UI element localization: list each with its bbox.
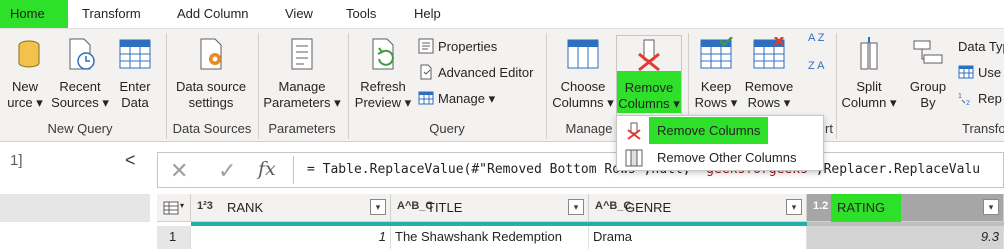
remove-rows-button[interactable]: Remove Rows ▾ xyxy=(742,35,796,117)
data-type-button[interactable]: Data Typ xyxy=(958,37,1004,57)
chevron-down-icon: ▾ xyxy=(404,95,412,110)
group-label-data-sources: Data Sources xyxy=(172,121,252,136)
whole-number-type-icon[interactable]: 1²3 xyxy=(197,200,213,212)
sort-descending-button[interactable]: Z A xyxy=(808,61,826,85)
column-filter-dropdown[interactable]: ▾ xyxy=(786,199,802,215)
menu-item-remove-other-columns[interactable]: Remove Other Columns xyxy=(617,144,825,171)
manage-button[interactable]: Manage ▾ xyxy=(418,89,495,109)
sort-ascending-button[interactable]: A Z xyxy=(808,33,826,57)
chevron-down-icon: ▾ xyxy=(673,96,680,111)
advanced-editor-icon xyxy=(420,64,432,80)
table-cell-genre[interactable]: Drama xyxy=(589,226,807,249)
commit-formula-icon[interactable]: ✓ xyxy=(218,158,236,184)
split-column-button[interactable]: Split Column ▾ xyxy=(840,35,898,117)
group-by-icon xyxy=(913,40,943,64)
column-filter-dropdown[interactable]: ▾ xyxy=(983,199,999,215)
column-header-genre[interactable]: A^B_C GENRE ▾ xyxy=(589,194,807,222)
column-filter-dropdown[interactable]: ▾ xyxy=(370,199,386,215)
database-icon xyxy=(18,40,40,68)
refresh-preview-button[interactable]: Refresh Preview ▾ xyxy=(352,35,414,117)
group-by-button[interactable]: Group By xyxy=(900,35,956,117)
table-grid-icon xyxy=(163,201,179,215)
chevron-down-icon: ▾ xyxy=(889,95,897,110)
recent-document-icon xyxy=(69,38,95,70)
selected-query-strip[interactable] xyxy=(0,194,150,222)
ribbon: New urce ▾ Recent Sources ▾ Enter Data New … xyxy=(0,28,1004,142)
properties-icon xyxy=(418,38,434,54)
svg-text:1: 1 xyxy=(958,93,962,100)
parameters-icon xyxy=(291,38,313,70)
chevron-down-icon: ▾ xyxy=(36,95,43,110)
advanced-editor-button[interactable]: Advanced Editor xyxy=(418,63,533,83)
group-divider xyxy=(348,33,349,139)
manage-parameters-button[interactable]: Manage Parameters ▾ xyxy=(262,35,342,117)
table-menu-button[interactable]: ▾ xyxy=(157,194,191,222)
choose-columns-button[interactable]: Choose Columns ▾ xyxy=(550,35,616,117)
group-label-parameters: Parameters xyxy=(268,121,336,136)
insert-function-icon[interactable]: fx xyxy=(258,158,276,180)
group-label-transform: Transfo xyxy=(962,121,1004,136)
chevron-down-icon: ▾ xyxy=(730,95,738,110)
collapse-pane-icon[interactable]: < xyxy=(125,150,136,171)
choose-columns-icon xyxy=(567,39,599,69)
refresh-icon xyxy=(372,38,394,70)
remove-columns-button[interactable]: Remove Columns ▾ xyxy=(616,35,682,117)
keep-rows-icon xyxy=(700,37,733,69)
chevron-down-icon: ▾ xyxy=(783,95,791,110)
table-cell-rating[interactable]: 9.3 xyxy=(807,226,1004,249)
queries-count: 1] xyxy=(10,152,23,169)
menu-item-remove-columns[interactable]: Remove Columns xyxy=(617,117,825,144)
group-label-query: Query xyxy=(429,121,465,136)
chevron-down-icon: ▾ xyxy=(102,95,109,110)
remove-columns-menu: Remove Columns Remove Other Columns xyxy=(616,115,824,171)
group-divider xyxy=(836,33,837,139)
tab-home[interactable]: Home xyxy=(0,0,68,28)
table-icon xyxy=(119,39,151,69)
table-cell-rank[interactable]: 1 xyxy=(191,226,391,249)
replace-values-button[interactable]: 1 2 Rep xyxy=(958,89,1002,109)
replace-values-icon: 12 xyxy=(958,93,970,106)
column-header-rating[interactable]: 1.2 RATING ▾ xyxy=(807,194,1004,222)
tab-add-column[interactable]: Add Column xyxy=(171,0,255,28)
decimal-type-icon[interactable]: 1.2 xyxy=(813,200,828,212)
data-grid: ▾ 1²3 RANK ▾ A^B_C TITLE ▾ A^B_C GENRE ▾… xyxy=(157,194,1004,249)
table-cell-title[interactable]: The Shawshank Redemption xyxy=(391,226,589,249)
settings-document-icon xyxy=(200,38,222,70)
new-source-button[interactable]: New urce ▾ xyxy=(0,35,50,117)
enter-data-button[interactable]: Enter Data xyxy=(112,35,158,117)
cancel-formula-icon[interactable]: ✕ xyxy=(170,158,188,184)
tab-help[interactable]: Help xyxy=(408,0,447,28)
remove-rows-icon xyxy=(753,37,785,69)
chevron-down-icon: ▾ xyxy=(180,201,185,210)
sort-ascending-icon: A Z xyxy=(808,32,825,44)
chevron-down-icon: ▾ xyxy=(334,95,341,110)
use-first-row-button[interactable]: Use xyxy=(958,63,1001,83)
manage-table-icon xyxy=(418,91,434,105)
remove-other-columns-icon xyxy=(625,149,643,167)
remove-columns-icon xyxy=(638,39,660,72)
group-label-new-query: New Query xyxy=(47,121,113,136)
properties-button[interactable]: Properties xyxy=(418,37,497,57)
recent-sources-button[interactable]: Recent Sources ▾ xyxy=(50,35,110,117)
row-number[interactable]: 1 xyxy=(157,226,191,249)
remove-columns-icon xyxy=(627,122,641,140)
first-row-icon xyxy=(958,65,974,79)
sort-descending-icon: Z A xyxy=(808,60,825,72)
formula-divider xyxy=(293,156,294,184)
data-source-settings-button[interactable]: Data source settings xyxy=(170,35,252,117)
column-header-rank[interactable]: 1²3 RANK ▾ xyxy=(191,194,391,222)
keep-rows-button[interactable]: Keep Rows ▾ xyxy=(692,35,740,117)
chevron-down-icon: ▾ xyxy=(607,95,614,110)
svg-text:2: 2 xyxy=(966,100,970,106)
ribbon-tab-bar: Home Transform Add Column View Tools Hel… xyxy=(0,0,1004,28)
split-column-icon xyxy=(860,37,878,70)
tab-tools[interactable]: Tools xyxy=(340,0,382,28)
column-filter-dropdown[interactable]: ▾ xyxy=(568,199,584,215)
column-header-title[interactable]: A^B_C TITLE ▾ xyxy=(391,194,589,222)
chevron-down-icon: ▾ xyxy=(488,91,496,106)
tab-transform[interactable]: Transform xyxy=(76,0,147,28)
tab-view[interactable]: View xyxy=(279,0,319,28)
